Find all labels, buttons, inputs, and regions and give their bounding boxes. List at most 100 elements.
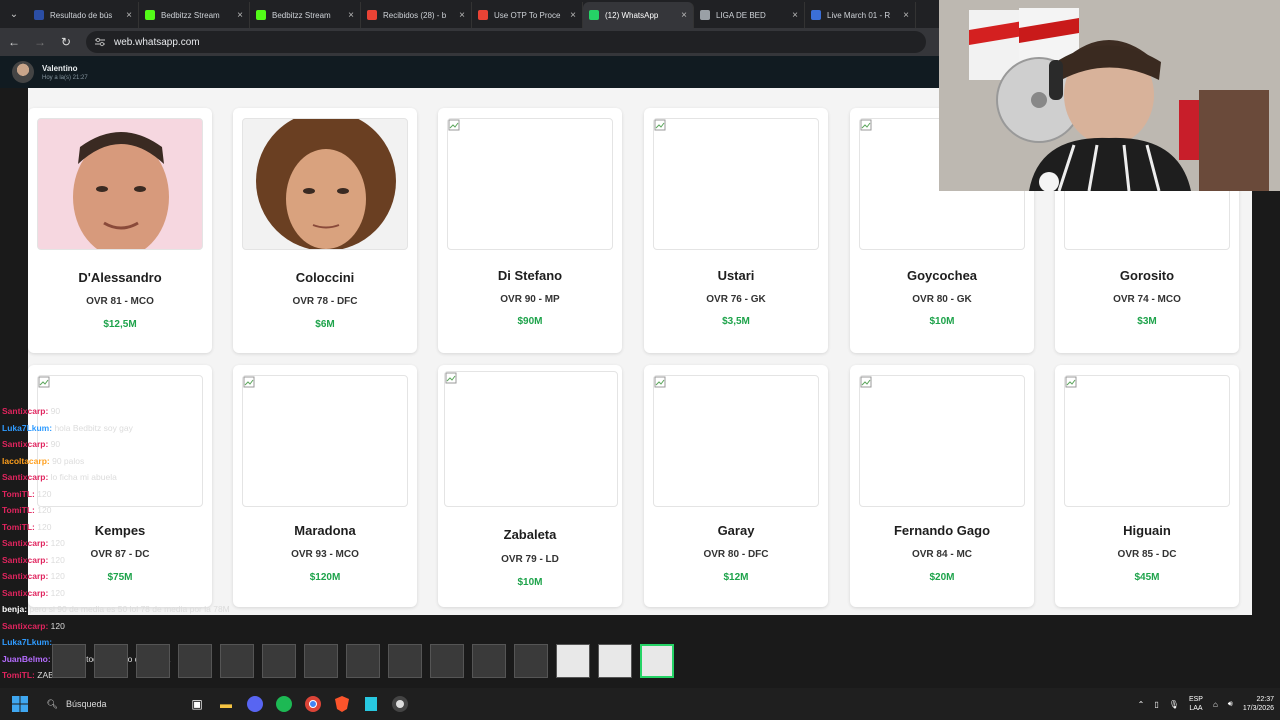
file-explorer-icon[interactable]: ▬ [214, 692, 238, 716]
network-icon[interactable]: ⌂ [1213, 700, 1218, 709]
chat-username: Santixcarp: [2, 472, 49, 482]
media-thumbnail[interactable] [472, 644, 506, 678]
usb-icon[interactable]: ▯ [1154, 700, 1158, 709]
media-thumbnail[interactable] [556, 644, 590, 678]
taskbar-search[interactable]: 🔍︎ Búsqueda [39, 692, 179, 716]
player-name: Di Stefano [497, 268, 563, 283]
chat-text: 120 [37, 521, 52, 532]
brave-icon[interactable] [330, 692, 354, 716]
media-thumbnail[interactable] [136, 644, 170, 678]
gmail-favicon-icon [478, 10, 488, 20]
search-icon: 🔍︎ [46, 698, 58, 709]
browser-tab[interactable]: Bedbitzz Stream × [250, 2, 361, 28]
close-tab-icon[interactable]: × [126, 10, 132, 21]
tab-strip: Resultado de bús × Bedbitzz Stream × Bedbitz… [28, 2, 916, 28]
back-icon[interactable]: ← [2, 30, 26, 54]
chat-message: Santixcarp: 120 [2, 571, 302, 588]
obs-icon[interactable] [388, 692, 412, 716]
contact-avatar[interactable] [12, 61, 34, 83]
windows-start-icon[interactable] [8, 692, 32, 716]
clock[interactable]: 22:37 17/3/2026 [1243, 695, 1274, 713]
close-tab-icon[interactable]: × [459, 10, 465, 21]
media-thumbnail[interactable] [304, 644, 338, 678]
player-card: Zabaleta OVR 79 - LD $10M [438, 365, 622, 607]
site-info-icon[interactable] [94, 36, 106, 48]
media-thumbnail[interactable] [514, 644, 548, 678]
media-thumbnail[interactable] [430, 644, 464, 678]
media-thumbnail[interactable] [52, 644, 86, 678]
player-name: D'Alessandro [78, 270, 162, 285]
chat-text: 90 palos [52, 455, 85, 466]
chat-username: Santixcarp: [2, 587, 49, 598]
forward-icon[interactable]: → [28, 30, 52, 54]
media-thumbnail[interactable] [388, 644, 422, 678]
chat-message: Santixcarp: 120 [2, 555, 302, 572]
spotify-icon[interactable] [272, 692, 296, 716]
media-thumbnail[interactable] [94, 644, 128, 678]
taskbar-search-label: Búsqueda [65, 699, 107, 709]
player-photo [1064, 375, 1230, 507]
close-tab-icon[interactable]: × [681, 10, 687, 21]
close-tab-icon[interactable]: × [348, 10, 354, 21]
chat-text: 90 [50, 406, 61, 416]
media-thumbnail[interactable] [262, 644, 296, 678]
chat-username: JuanBelmo: [2, 653, 51, 664]
player-price: $10M [929, 316, 955, 327]
close-tab-icon[interactable]: × [237, 10, 243, 21]
player-name: Gorosito [1119, 268, 1175, 283]
player-rating-position: OVR 80 - GK [912, 294, 972, 305]
chat-message: Luka7Lkum: hola Bedbitz soy gay [2, 423, 302, 440]
browser-tab[interactable]: Live March 01 - R × [805, 2, 916, 28]
browser-tab[interactable]: Recibidos (28) - b × [361, 2, 472, 28]
broken-image-icon [448, 119, 460, 131]
address-bar[interactable]: web.whatsapp.com [86, 31, 926, 53]
player-price: $20M [929, 572, 955, 583]
webcam-scene [939, 0, 1280, 191]
store-icon[interactable]: ▣ [185, 692, 209, 716]
browser-tab[interactable]: Bedbitzz Stream × [139, 2, 250, 28]
microphone-icon[interactable]: 🎙︎ [1169, 700, 1179, 709]
media-thumbnail[interactable] [346, 644, 380, 678]
chevron-up-icon[interactable]: ⌃ [1138, 700, 1145, 709]
media-thumbnail[interactable] [598, 644, 632, 678]
chat-username: lacoltacarp: [2, 455, 50, 466]
player-photo [242, 118, 408, 250]
tab-search-menu-icon[interactable]: ⌄ [0, 0, 28, 28]
browser-tab[interactable]: Use OTP To Proce × [472, 2, 583, 28]
browser-tab[interactable]: Resultado de bús × [28, 2, 139, 28]
media-thumbnail[interactable] [220, 644, 254, 678]
chat-text: 90 [50, 439, 61, 449]
discord-icon[interactable] [243, 692, 267, 716]
globe-favicon-icon [700, 10, 710, 20]
media-thumbnail[interactable] [640, 644, 674, 678]
reload-icon[interactable]: ↻ [54, 30, 78, 54]
clock-time: 22:37 [1256, 696, 1274, 703]
player-rating-position: OVR 81 - MCO [86, 296, 154, 307]
notepad-icon[interactable] [359, 692, 383, 716]
message-timestamp: Hoy a la(s) 21:27 [42, 74, 88, 81]
tab-title: Live March 01 - R [827, 10, 891, 20]
chat-text: 120 [50, 587, 65, 598]
player-name: Fernando Gago [893, 523, 991, 538]
chat-message: benja: pero si 90 de media es 50 lol 78 … [2, 604, 302, 621]
browser-tab[interactable]: LIGA DE BED × [694, 2, 805, 28]
chat-text: 120 [50, 571, 65, 581]
lang-top: ESP [1188, 696, 1203, 703]
tab-title: Bedbitzz Stream [161, 10, 220, 20]
chat-message: Santixcarp: 90 [2, 439, 302, 456]
chat-text: lo ficha mi abuela [50, 472, 117, 482]
volume-icon[interactable]: 🔊︎ [1228, 699, 1233, 709]
chat-message: TomiTL: 120 [2, 489, 302, 506]
browser-tab[interactable]: (12) WhatsApp × [583, 2, 694, 28]
chat-username: TomiTL: [2, 488, 35, 499]
media-thumbnail[interactable] [178, 644, 212, 678]
close-tab-icon[interactable]: × [570, 10, 576, 21]
chat-message: TomiTL: 120 [2, 522, 302, 539]
chat-username: Santixcarp: [2, 538, 49, 548]
chrome-icon[interactable] [301, 692, 325, 716]
close-tab-icon[interactable]: × [903, 10, 909, 21]
chat-username: TomiTL: [2, 521, 35, 532]
chat-text: 120 [37, 488, 52, 499]
close-tab-icon[interactable]: × [792, 10, 798, 21]
input-language[interactable]: ESP LAA [1189, 695, 1203, 713]
